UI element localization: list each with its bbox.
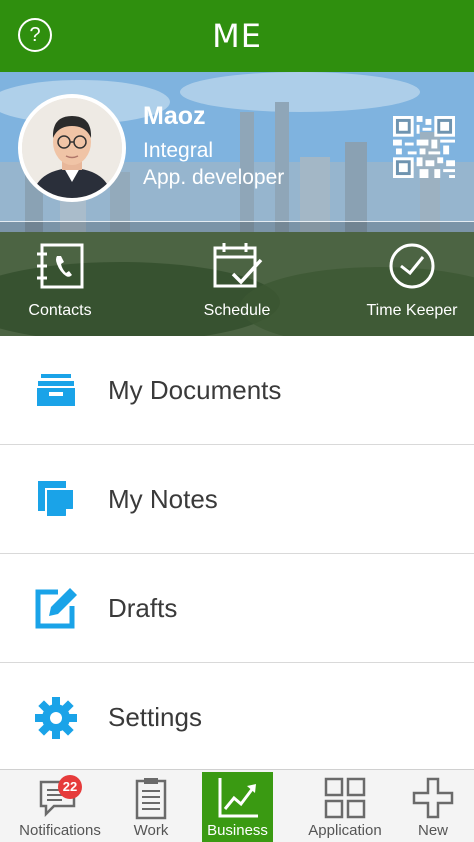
menu-item-my-documents[interactable]: My Documents xyxy=(0,336,474,445)
tab-work[interactable]: Work xyxy=(118,772,184,842)
notes-icon xyxy=(38,481,75,518)
profile-name: Maoz xyxy=(143,102,206,130)
menu-item-label: Drafts xyxy=(108,592,178,623)
quick-action-label: Time Keeper xyxy=(366,302,458,319)
clock-icon xyxy=(389,243,435,289)
notification-badge: 22 xyxy=(58,775,82,799)
menu-item-my-notes[interactable]: My Notes xyxy=(0,445,474,554)
quick-action-label: Schedule xyxy=(203,302,271,319)
tab-new[interactable]: New xyxy=(404,772,462,842)
quick-action-time-keeper[interactable]: Time Keeper xyxy=(337,242,474,332)
tab-label: New xyxy=(417,822,448,839)
header-divider xyxy=(0,221,474,222)
quick-action-schedule[interactable]: Schedule xyxy=(162,242,312,332)
menu-item-drafts[interactable]: Drafts xyxy=(0,554,474,663)
question-circle-icon[interactable]: ? xyxy=(18,18,52,52)
tab-application[interactable]: Application xyxy=(296,772,394,842)
menu-item-settings[interactable]: Settings xyxy=(0,663,474,772)
edit-icon xyxy=(35,588,77,629)
top-bar: ? ME xyxy=(0,0,474,72)
profile-header: Maoz Integral App. developer Contacts Sc… xyxy=(0,72,474,336)
menu-list: My Documents My Notes Drafts Settings xyxy=(0,336,474,772)
quick-action-label: Contacts xyxy=(28,302,92,319)
plus-icon xyxy=(412,777,454,819)
tab-label: Work xyxy=(133,822,169,839)
tab-label: Notifications xyxy=(19,822,101,839)
profile-company: Integral xyxy=(143,139,214,162)
contacts-book-icon xyxy=(37,243,84,289)
gear-icon xyxy=(35,696,77,739)
calendar-check-icon xyxy=(213,243,263,288)
profile-role: App. developer xyxy=(143,166,285,189)
tab-notifications[interactable]: 22 Notifications xyxy=(8,772,112,842)
profile-info: Maoz Integral App. developer xyxy=(143,102,284,191)
grid-icon xyxy=(324,777,366,819)
quick-action-contacts[interactable]: Contacts xyxy=(0,242,135,332)
clipboard-icon xyxy=(135,778,167,820)
file-drawer-icon xyxy=(37,374,75,406)
menu-item-label: Settings xyxy=(108,702,202,732)
tab-label: Business xyxy=(207,822,268,839)
avatar[interactable] xyxy=(18,94,126,202)
menu-item-label: My Documents xyxy=(108,374,282,405)
trend-chart-icon xyxy=(218,778,258,818)
qr-code-icon[interactable] xyxy=(393,116,455,178)
tab-business[interactable]: Business xyxy=(202,772,273,842)
page-title: ME xyxy=(212,17,262,55)
menu-item-label: My Notes xyxy=(108,483,218,514)
tab-label: Application xyxy=(308,822,382,839)
bottom-tab-bar: 22 Notifications Work Business Applicati… xyxy=(0,769,474,842)
